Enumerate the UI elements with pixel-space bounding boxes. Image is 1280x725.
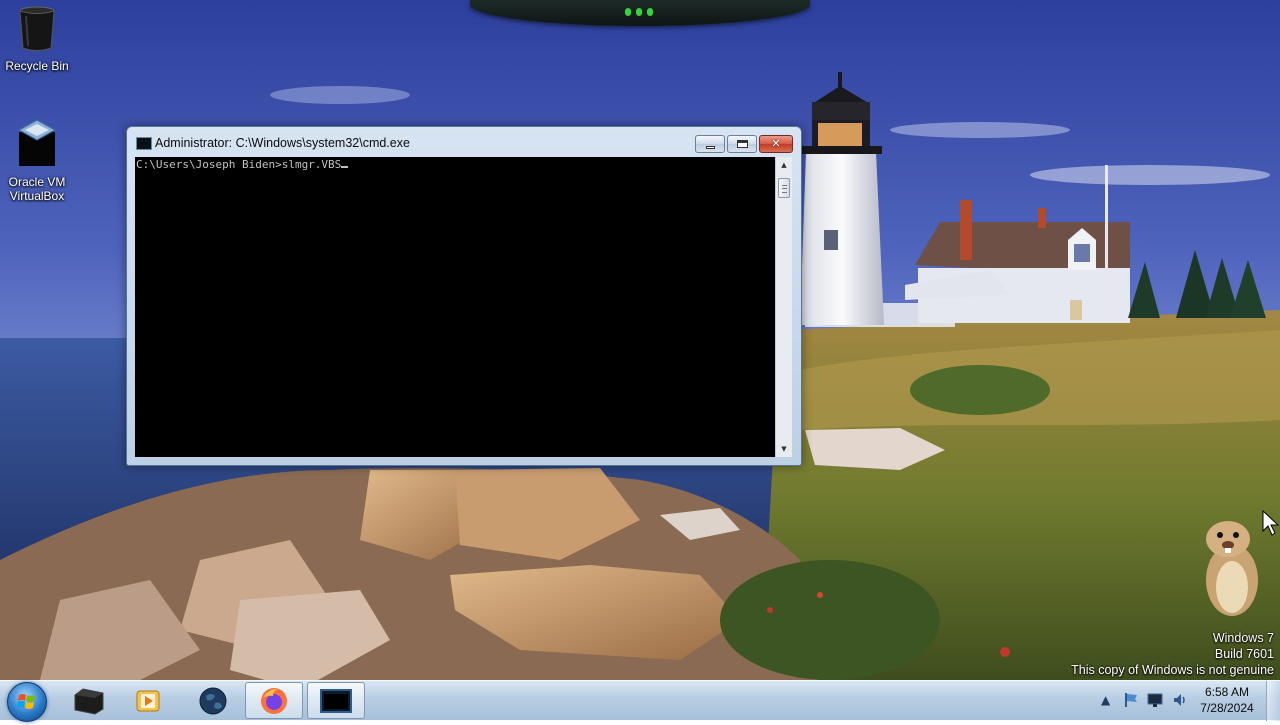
taskbar-terminal-button[interactable]	[60, 682, 118, 719]
system-clock[interactable]: 6:58 AM 7/28/2024	[1198, 684, 1256, 716]
flag-icon[interactable]	[1124, 692, 1138, 711]
minimize-button[interactable]	[695, 135, 725, 153]
globe-icon	[199, 687, 227, 714]
console-line: C:\Users\Joseph Biden>slmgr.VBS	[136, 158, 342, 171]
indicator-light	[625, 8, 631, 16]
windows-watermark: Windows 7 Build 7601 This copy of Window…	[1071, 630, 1274, 678]
media-player-icon	[136, 690, 160, 711]
start-button[interactable]	[7, 682, 47, 722]
window-title: Administrator: C:\Windows\system32\cmd.e…	[155, 136, 410, 150]
show-desktop-button[interactable]	[1266, 681, 1280, 721]
desktop-icon-label: Recycle Bin	[5, 59, 69, 73]
gopher-gadget-icon[interactable]	[1196, 515, 1266, 620]
taskbar: ▲ 6:58 AM 7/28/2024	[0, 680, 1280, 722]
close-button[interactable]	[759, 135, 793, 153]
desktop-icon-virtualbox[interactable]: Oracle VM VirtualBox	[0, 118, 74, 203]
clock-time: 6:58 AM	[1204, 685, 1250, 699]
volume-icon[interactable]	[1172, 692, 1188, 711]
watermark-build: Build 7601	[1214, 647, 1274, 661]
cmd-icon	[320, 688, 352, 713]
taskbar-media-player-button[interactable]	[120, 682, 178, 719]
cmd-window[interactable]: Administrator: C:\Windows\system32\cmd.e…	[126, 126, 802, 466]
windows-logo-icon	[17, 694, 35, 709]
window-titlebar[interactable]: Administrator: C:\Windows\system32\cmd.e…	[127, 127, 801, 157]
scroll-down-arrow-icon[interactable]: ▼	[776, 441, 792, 457]
indicator-light	[647, 8, 653, 16]
clock-date: 7/28/2024	[1200, 701, 1254, 715]
mouse-pointer-icon	[1262, 509, 1280, 540]
taskbar-cmd-button[interactable]	[307, 682, 365, 719]
recycle-bin-icon	[0, 6, 74, 55]
text-cursor	[341, 166, 349, 168]
maximize-button[interactable]	[727, 135, 757, 153]
taskbar-globe-button[interactable]	[184, 682, 242, 719]
scroll-thumb[interactable]	[778, 178, 790, 198]
desktop-icon-recycle-bin[interactable]: Recycle Bin	[0, 6, 74, 73]
terminal-app-icon	[74, 687, 104, 715]
network-icon[interactable]	[1146, 692, 1164, 711]
virtualbox-icon	[0, 118, 74, 171]
cmd-icon[interactable]	[136, 137, 152, 150]
indicator-light	[636, 8, 642, 16]
vertical-scrollbar[interactable]: ▲ ▼	[775, 157, 792, 457]
watermark-genuine: This copy of Windows is not genuine	[1071, 663, 1274, 677]
show-hidden-icon[interactable]: ▲	[1101, 693, 1110, 707]
console-output[interactable]: C:\Users\Joseph Biden>slmgr.VBS	[135, 157, 775, 457]
taskbar-firefox-button[interactable]	[245, 682, 303, 719]
firefox-icon	[261, 687, 287, 714]
scroll-up-arrow-icon[interactable]: ▲	[776, 157, 792, 173]
watermark-os: Windows 7	[1212, 631, 1274, 645]
desktop-icon-label: Oracle VM VirtualBox	[8, 175, 66, 203]
